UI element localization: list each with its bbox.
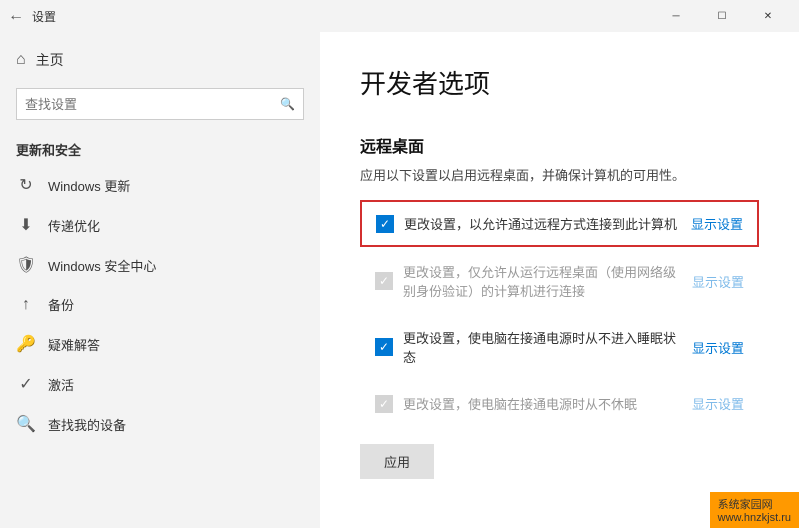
remote-desktop-desc: 应用以下设置以启用远程桌面，并确保计算机的可用性。 xyxy=(360,165,759,184)
windows-update-icon: ↻ xyxy=(16,175,36,195)
sidebar-item-activation[interactable]: ✓ 激活 xyxy=(0,364,320,404)
titlebar: ← 设置 ─ ☐ ✕ xyxy=(0,0,799,32)
watermark: 系统家园网 www.hnzkjst.ru xyxy=(710,492,799,528)
sidebar: ⌂ 主页 🔍 更新和安全 ↻ Windows 更新 ⬇ 传递优化 🛡 Windo… xyxy=(0,32,320,528)
home-label: 主页 xyxy=(36,50,64,70)
checkbox-no-hibernate[interactable]: ✓ xyxy=(375,395,393,413)
sidebar-section-title: 更新和安全 xyxy=(0,128,320,165)
sidebar-item-label: 激活 xyxy=(48,375,74,394)
sidebar-item-delivery-opt[interactable]: ⬇ 传递优化 xyxy=(0,205,320,245)
delivery-icon: ⬇ xyxy=(16,215,36,235)
titlebar-title: 设置 xyxy=(32,8,56,25)
setting-link-remote-connect[interactable]: 显示设置 xyxy=(691,214,743,233)
setting-link-no-hibernate[interactable]: 显示设置 xyxy=(692,394,744,413)
setting-row-no-sleep: ✓ 更改设置，使电脑在接通电源时从不进入睡眠状态 显示设置 xyxy=(360,315,759,379)
shield-icon: 🛡 xyxy=(16,255,36,275)
watermark-line1: 系统家园网 xyxy=(718,496,791,512)
maximize-button[interactable]: ☐ xyxy=(699,0,745,32)
check-icon: ✓ xyxy=(379,341,389,353)
titlebar-controls: ─ ☐ ✕ xyxy=(653,0,791,32)
sidebar-item-find-device[interactable]: 🔍 查找我的设备 xyxy=(0,404,320,444)
sidebar-item-label: 疑难解答 xyxy=(48,335,100,354)
check-icon: ✓ xyxy=(379,398,389,410)
watermark-line2: www.hnzkjst.ru xyxy=(718,512,791,524)
page-title: 开发者选项 xyxy=(360,64,759,101)
sidebar-item-troubleshoot[interactable]: 🔑 疑难解答 xyxy=(0,324,320,364)
setting-row-remote-connect: ✓ 更改设置，以允许通过远程方式连接到此计算机 显示设置 xyxy=(360,200,759,247)
check-icon: ✓ xyxy=(379,275,389,287)
apply-button[interactable]: 应用 xyxy=(360,444,434,479)
find-device-icon: 🔍 xyxy=(16,414,36,434)
search-icon: 🔍 xyxy=(280,97,295,111)
setting-text-nla: 更改设置，仅允许从运行远程桌面（使用网络级别身份验证）的计算机进行连接 xyxy=(403,262,682,300)
content-area: 开发者选项 远程桌面 应用以下设置以启用远程桌面，并确保计算机的可用性。 ✓ 更… xyxy=(320,32,799,528)
setting-text-no-sleep: 更改设置，使电脑在接通电源时从不进入睡眠状态 xyxy=(403,328,682,366)
home-icon: ⌂ xyxy=(16,51,26,69)
sidebar-item-label: 备份 xyxy=(48,295,74,314)
sidebar-item-home[interactable]: ⌂ 主页 xyxy=(0,40,320,80)
checkbox-remote-connect[interactable]: ✓ xyxy=(376,215,394,233)
sidebar-item-backup[interactable]: ↑ 备份 xyxy=(0,285,320,324)
main-container: ⌂ 主页 🔍 更新和安全 ↻ Windows 更新 ⬇ 传递优化 🛡 Windo… xyxy=(0,32,799,528)
setting-text-no-hibernate: 更改设置，使电脑在接通电源时从不休眠 xyxy=(403,394,682,413)
activation-icon: ✓ xyxy=(16,374,36,394)
backup-icon: ↑ xyxy=(16,296,36,314)
sidebar-item-label: Windows 更新 xyxy=(48,176,130,195)
back-icon[interactable]: ← xyxy=(8,7,24,25)
setting-row-no-hibernate: ✓ 更改设置，使电脑在接通电源时从不休眠 显示设置 xyxy=(360,381,759,426)
checkbox-nla[interactable]: ✓ xyxy=(375,272,393,290)
remote-desktop-heading: 远程桌面 xyxy=(360,133,759,157)
search-box[interactable]: 🔍 xyxy=(16,88,304,120)
minimize-button[interactable]: ─ xyxy=(653,0,699,32)
sidebar-item-label: 查找我的设备 xyxy=(48,415,126,434)
setting-row-nla: ✓ 更改设置，仅允许从运行远程桌面（使用网络级别身份验证）的计算机进行连接 显示… xyxy=(360,249,759,313)
sidebar-item-windows-security[interactable]: 🛡 Windows 安全中心 xyxy=(0,245,320,285)
setting-link-nla[interactable]: 显示设置 xyxy=(692,272,744,291)
sidebar-item-label: Windows 安全中心 xyxy=(48,256,156,275)
close-button[interactable]: ✕ xyxy=(745,0,791,32)
setting-text-remote-connect: 更改设置，以允许通过远程方式连接到此计算机 xyxy=(404,214,681,233)
search-input[interactable] xyxy=(25,97,280,112)
troubleshoot-icon: 🔑 xyxy=(16,334,36,354)
check-icon: ✓ xyxy=(380,218,390,230)
sidebar-item-label: 传递优化 xyxy=(48,216,100,235)
checkbox-no-sleep[interactable]: ✓ xyxy=(375,338,393,356)
setting-link-no-sleep[interactable]: 显示设置 xyxy=(692,338,744,357)
sidebar-item-windows-update[interactable]: ↻ Windows 更新 xyxy=(0,165,320,205)
